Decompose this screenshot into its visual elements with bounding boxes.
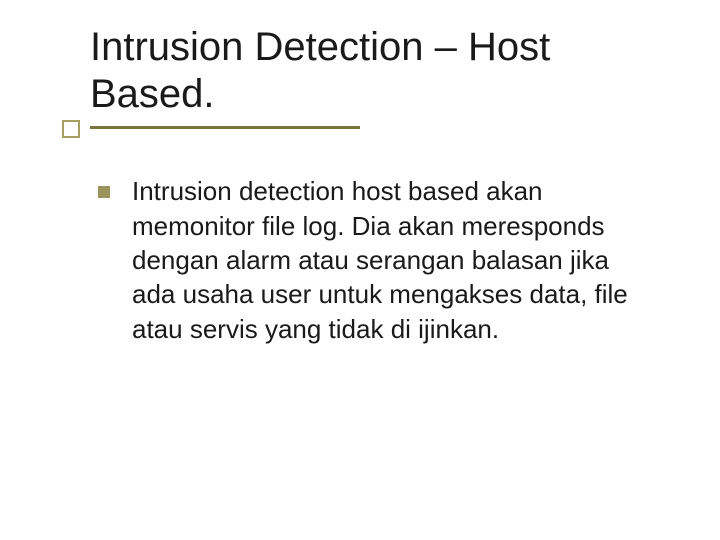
bullet-square-icon bbox=[98, 186, 110, 198]
title-underline-group bbox=[90, 124, 660, 138]
slide-title: Intrusion Detection – Host Based. bbox=[90, 24, 660, 118]
body-content: Intrusion detection host based akan memo… bbox=[98, 174, 660, 346]
decorative-line bbox=[90, 126, 360, 129]
slide-container: Intrusion Detection – Host Based. Intrus… bbox=[0, 0, 720, 540]
title-block: Intrusion Detection – Host Based. bbox=[90, 24, 660, 138]
decorative-square-icon bbox=[62, 120, 80, 138]
list-item: Intrusion detection host based akan memo… bbox=[98, 174, 660, 346]
bullet-text: Intrusion detection host based akan memo… bbox=[132, 174, 652, 346]
